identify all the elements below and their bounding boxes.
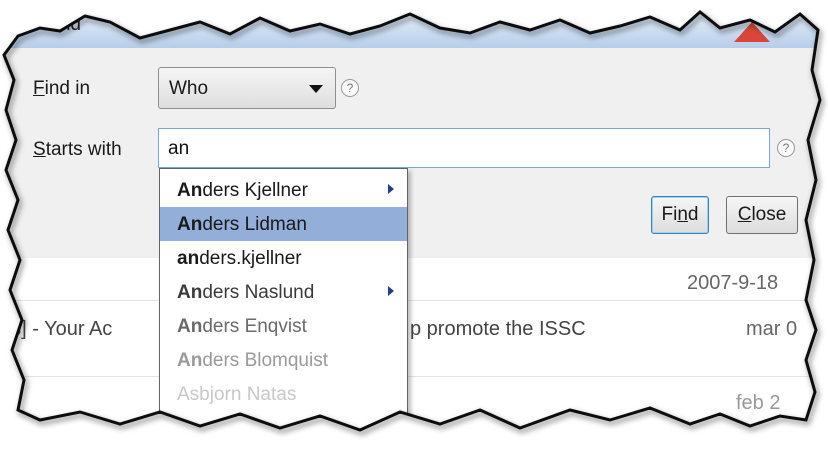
find-in-select[interactable]: Who (158, 67, 336, 109)
close-button[interactable]: Close (726, 196, 798, 234)
autocomplete-item-label: Asbjorn Natas (177, 384, 296, 406)
message-subject-left[interactable]: es] - Your Ac (0, 318, 112, 341)
row-divider (0, 376, 828, 377)
chevron-down-icon (309, 85, 323, 93)
help-icon[interactable]: ? (777, 139, 795, 157)
starts-with-label: Starts with (33, 139, 122, 161)
message-date: feb 2 (736, 392, 781, 414)
autocomplete-item-label: anders.kjellner (177, 248, 302, 270)
message-date: 2007-9-18 (687, 272, 779, 294)
autocomplete-rest-text: ders Blomquist (202, 350, 328, 371)
autocomplete-item-label: Anders Enqvist (177, 316, 307, 338)
help-icon[interactable]: ? (341, 79, 359, 97)
find-in-mnemonic: F (33, 78, 45, 99)
find-button-label-pre: Fi (661, 204, 678, 225)
autocomplete-item-label: Anders Blomquist (177, 350, 328, 372)
autocomplete-rest-text: ders Naslund (202, 282, 315, 303)
row-divider (0, 300, 828, 301)
autocomplete-match-text: An (177, 214, 203, 235)
find-dialog-screenshot: 2007-9-18 es] - Your Ac p promote the IS… (0, 0, 828, 457)
message-date: mar 0 (746, 318, 798, 340)
close-button-label: lose (751, 204, 787, 225)
autocomplete-item-label: Anders Kjellner (177, 180, 308, 202)
autocomplete-item[interactable]: Anders Kjellner (160, 173, 407, 207)
autocomplete-match-text: An (177, 180, 203, 201)
find-in-label-text: ind in (44, 78, 91, 99)
autocomplete-rest-text: ders Kjellner (202, 180, 308, 201)
starts-with-value: an (168, 138, 190, 159)
autocomplete-rest-text: ders Lidman (202, 214, 307, 235)
autocomplete-match-text: An (177, 282, 203, 303)
autocomplete-rest-text: ders.kjellner (199, 248, 302, 269)
starts-with-mnemonic: S (33, 139, 46, 160)
find-in-label: Find in (33, 78, 90, 100)
starts-with-label-text: tarts with (45, 139, 122, 160)
autocomplete-item[interactable]: Asbjorn Natas (160, 377, 407, 411)
autocomplete-item[interactable]: Anders Naslund (160, 275, 407, 309)
autocomplete-item[interactable]: Anders Blomquist (160, 343, 407, 377)
autocomplete-rest-text: Asbjorn Natas (177, 384, 297, 405)
starts-with-input[interactable]: an (158, 128, 770, 168)
autocomplete-item[interactable]: anders.kjellner (160, 241, 407, 275)
dialog-titlebar[interactable]: Find (0, 0, 828, 48)
dialog-title: Find (44, 14, 81, 35)
find-button-label-post: d (687, 204, 699, 225)
close-window-icon[interactable] (730, 18, 774, 44)
autocomplete-match-text: an (177, 248, 200, 269)
autocomplete-dropdown[interactable]: Anders Kjellner Anders Lidman anders.kjell… (159, 168, 408, 457)
autocomplete-match-text: An (177, 350, 203, 371)
autocomplete-item-label: Anders Naslund (177, 282, 314, 304)
autocomplete-item-label: Anders Lidman (177, 214, 307, 236)
find-in-value: Who (169, 78, 209, 99)
autocomplete-rest-text: ders Enqvist (202, 316, 307, 337)
chevron-right-icon (388, 286, 394, 296)
autocomplete-match-text: An (177, 316, 203, 337)
close-button-mnemonic: C (737, 204, 752, 225)
autocomplete-item[interactable]: Anders Lidman (160, 207, 407, 241)
chevron-right-icon (388, 184, 394, 194)
find-button-mnemonic: n (677, 204, 688, 225)
autocomplete-item[interactable]: Anders Enqvist (160, 309, 407, 343)
message-subject-right[interactable]: p promote the ISSC (410, 318, 586, 341)
find-button[interactable]: Find (651, 196, 709, 234)
